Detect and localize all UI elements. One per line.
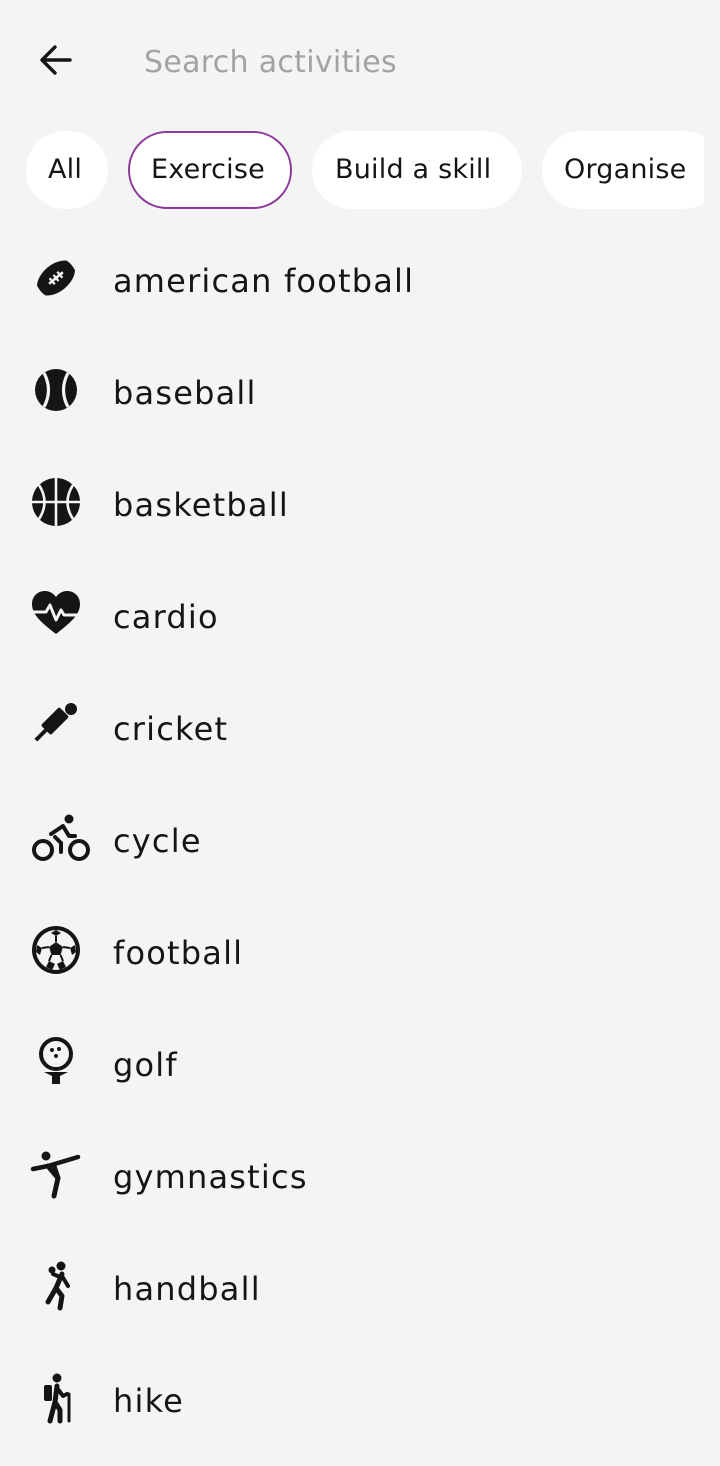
- hiker-icon: [44, 1373, 71, 1424]
- american-football-icon: [35, 259, 77, 297]
- back-button[interactable]: [26, 30, 86, 90]
- list-item-american-football[interactable]: american football: [0, 226, 720, 338]
- filter-chip-all[interactable]: All: [26, 131, 108, 209]
- filter-chip-organise[interactable]: Organise: [542, 131, 704, 209]
- filter-chip-exercise[interactable]: Exercise: [128, 131, 292, 209]
- list-item-cycle[interactable]: cycle: [0, 786, 720, 898]
- list-item-label: baseball: [113, 374, 257, 412]
- list-item-football[interactable]: football: [0, 898, 720, 1010]
- list-item-label: gymnastics: [113, 1158, 308, 1196]
- arrow-left-icon: [40, 45, 72, 75]
- list-item-basketball[interactable]: basketball: [0, 450, 720, 562]
- list-item-handball[interactable]: handball: [0, 1234, 720, 1346]
- golf-ball-tee-icon: [39, 1037, 73, 1084]
- list-item-cardio[interactable]: cardio: [0, 562, 720, 674]
- list-item-label: cycle: [113, 822, 202, 860]
- list-item-golf[interactable]: golf: [0, 1010, 720, 1122]
- filter-chips: All Exercise Build a skill Organise: [26, 131, 704, 209]
- basketball-icon: [32, 478, 80, 526]
- search-bar: [0, 0, 720, 124]
- gymnast-icon: [30, 1151, 81, 1199]
- list-item-label: hike: [113, 1382, 185, 1420]
- cyclist-icon: [32, 814, 90, 861]
- baseball-icon: [35, 369, 77, 411]
- list-item-cricket[interactable]: cricket: [0, 674, 720, 786]
- cricket-icon: [34, 703, 77, 742]
- list-item-gymnastics[interactable]: gymnastics: [0, 1122, 720, 1234]
- list-item-label: handball: [113, 1270, 261, 1308]
- filter-chip-label: All: [48, 154, 83, 185]
- filter-chip-build-a-skill[interactable]: Build a skill: [312, 131, 522, 209]
- list-item-label: american football: [113, 262, 415, 300]
- filter-chip-label: Organise: [564, 154, 687, 185]
- handball-player-icon: [45, 1261, 70, 1311]
- soccer-ball-icon: [32, 926, 80, 974]
- heart-pulse-icon: [32, 591, 80, 634]
- list-item-baseball[interactable]: baseball: [0, 338, 720, 450]
- filter-chip-label: Exercise: [151, 154, 265, 185]
- list-item-label: cardio: [113, 598, 219, 636]
- list-item-hike[interactable]: hike: [0, 1346, 720, 1458]
- search-input[interactable]: [144, 36, 684, 88]
- filter-chip-label: Build a skill: [335, 154, 492, 185]
- list-item-label: basketball: [113, 486, 289, 524]
- list-item-label: cricket: [113, 710, 229, 748]
- list-item-label: golf: [113, 1046, 178, 1084]
- list-item-label: football: [113, 934, 244, 972]
